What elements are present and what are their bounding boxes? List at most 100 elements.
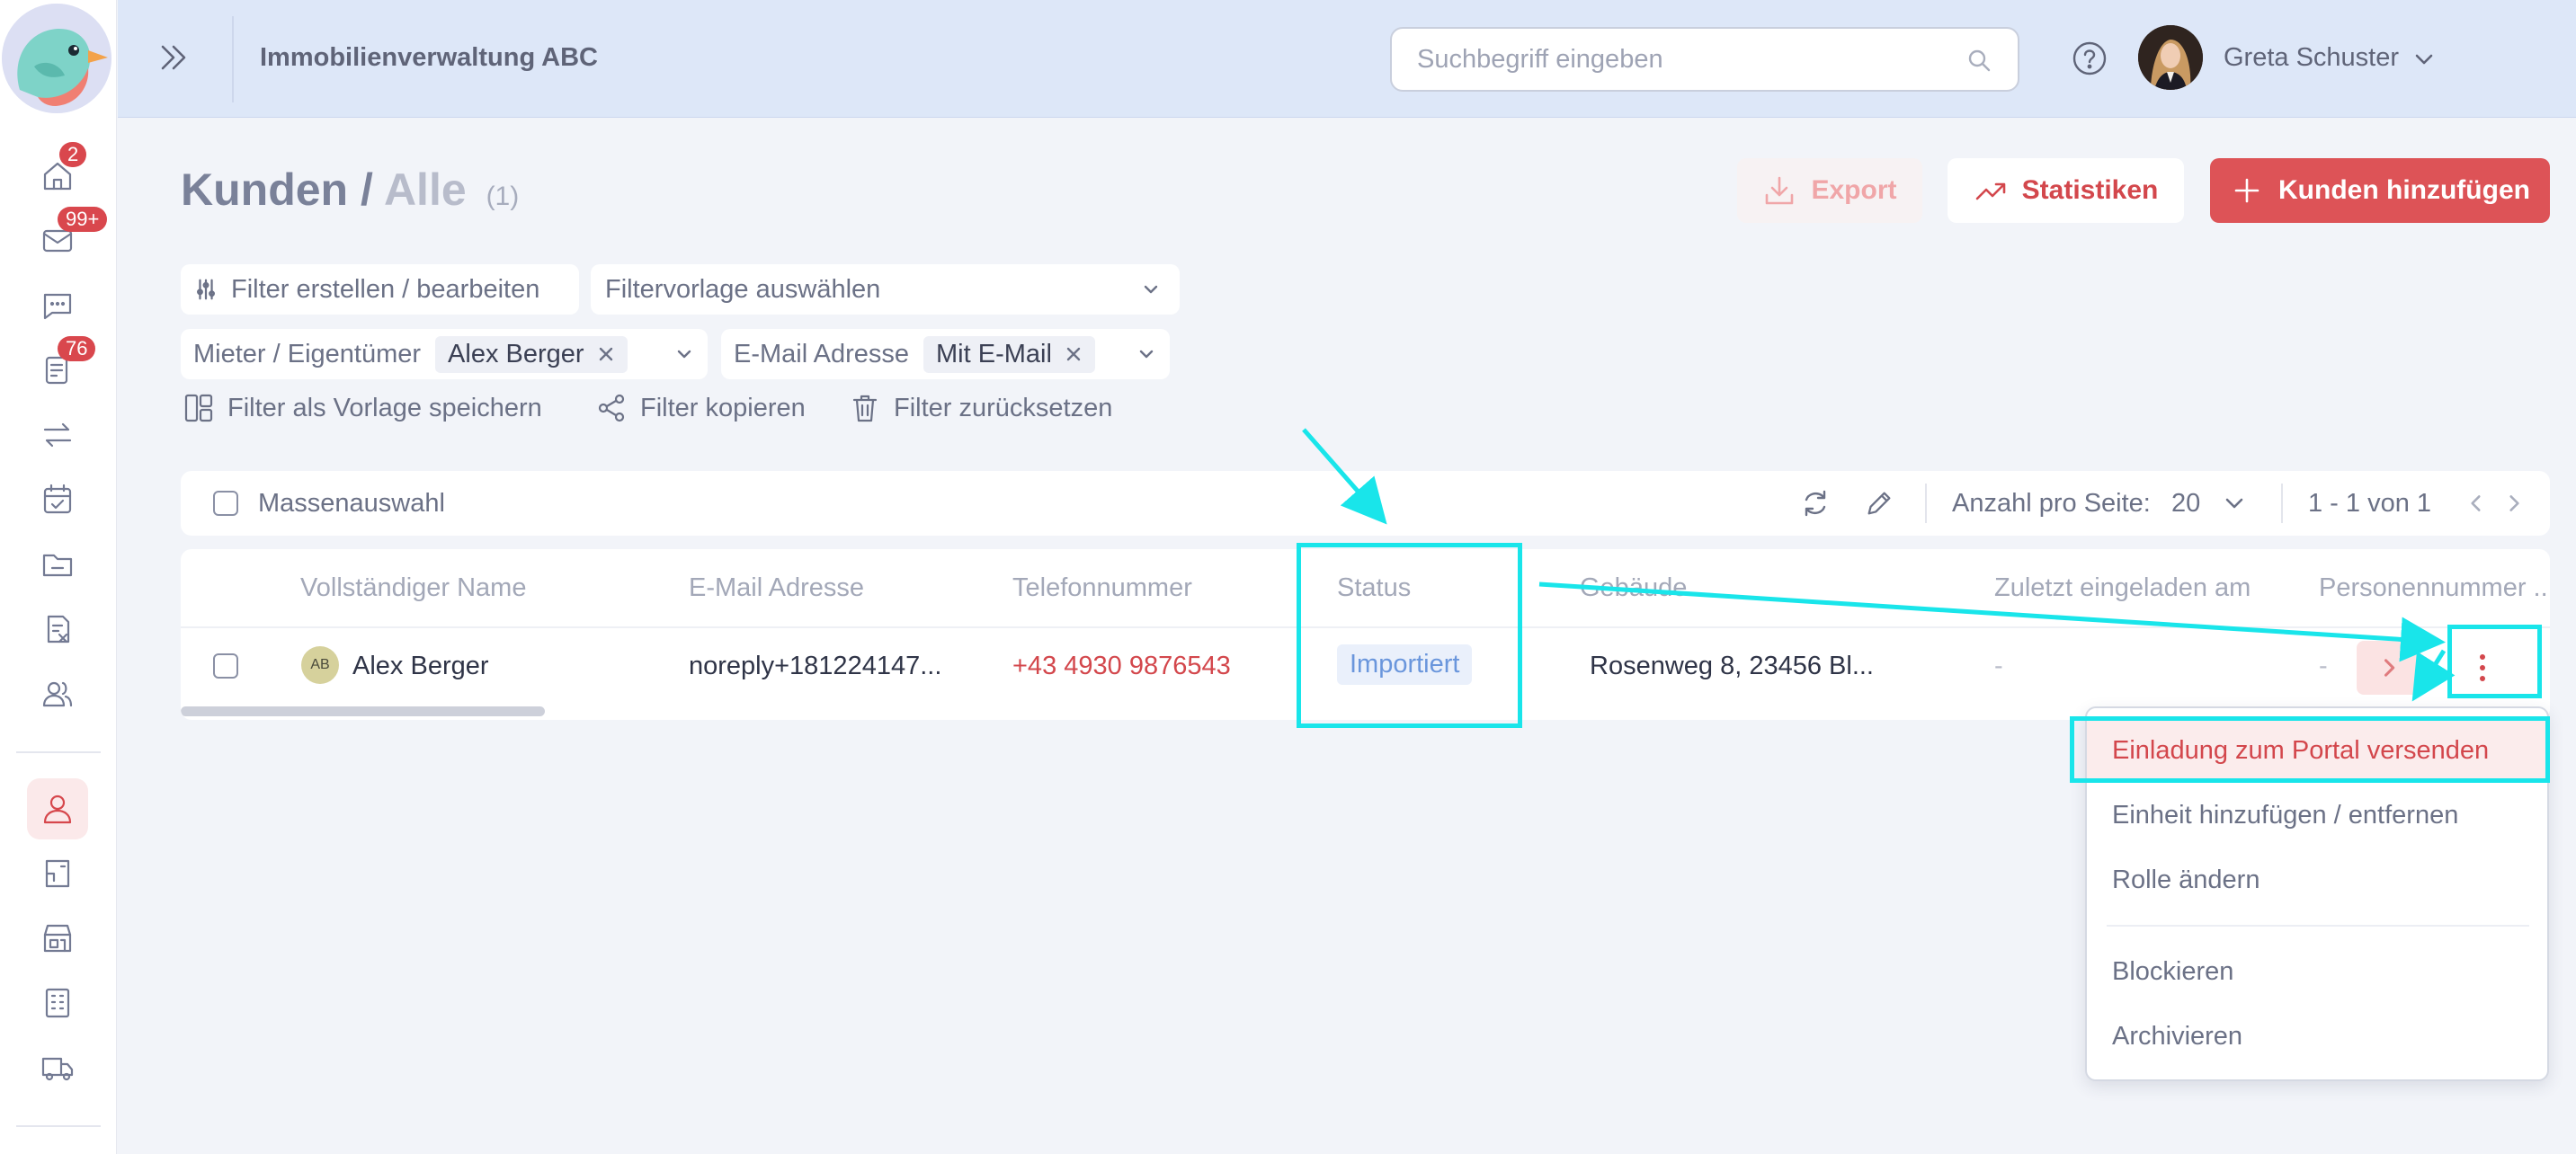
page-title: Kunden / Alle (1) — [181, 164, 519, 216]
expand-sidebar-button[interactable] — [154, 38, 197, 81]
add-customer-button[interactable]: Kunden hinzufügen — [2210, 158, 2550, 223]
nav-divider — [16, 751, 101, 753]
row-checkbox[interactable] — [213, 653, 238, 679]
chevron-left-icon[interactable] — [2465, 492, 2488, 515]
nav-transfer[interactable] — [27, 404, 88, 466]
trend-up-icon — [1975, 182, 2005, 200]
nav-documents[interactable] — [27, 843, 88, 904]
home-badge: 2 — [59, 142, 87, 167]
menu-item-change-role[interactable]: Rolle ändern — [2087, 848, 2547, 911]
tenant-owner-filter-label: Mieter / Eigentümer — [193, 339, 422, 368]
export-button[interactable]: Export — [1737, 158, 1922, 223]
column-header-name[interactable]: Vollständiger Name — [300, 573, 526, 603]
search-box[interactable] — [1390, 27, 2019, 92]
chevron-down-icon — [677, 350, 691, 359]
tenant-owner-filter[interactable]: Mieter / Eigentümer Alex Berger — [181, 329, 708, 379]
plus-icon — [2234, 178, 2260, 203]
customer-name[interactable]: Alex Berger — [352, 652, 489, 681]
top-header: Immobilienverwaltung ABC — [118, 0, 2576, 118]
header-divider — [232, 16, 234, 102]
close-icon[interactable] — [597, 345, 615, 363]
customer-email: noreply+181224147... — [689, 652, 942, 680]
report-icon — [47, 615, 70, 644]
nav-reports[interactable] — [27, 599, 88, 660]
customer-building: Rosenweg 8, 23456 Bl... — [1590, 652, 1874, 680]
column-header-email[interactable]: E-Mail Adresse — [689, 573, 864, 603]
nav-calendar[interactable] — [27, 469, 88, 530]
email-filter-label: E-Mail Adresse — [734, 339, 910, 368]
column-header-person-number[interactable]: Personennummer ... — [2319, 573, 2550, 603]
menu-item-archive[interactable]: Archivieren — [2087, 1005, 2547, 1068]
edit-filter-button[interactable]: Filter erstellen / bearbeiten — [181, 264, 579, 315]
customer-phone[interactable]: +43 4930 9876543 — [1012, 652, 1231, 681]
per-page-value[interactable]: 20 — [2171, 489, 2200, 519]
people-icon — [42, 681, 73, 707]
nav-mail[interactable]: 99+ — [27, 207, 108, 271]
sliders-icon — [197, 279, 215, 300]
toolbar-divider — [1925, 484, 1927, 523]
save-filter-template-link[interactable]: Filter als Vorlage speichern — [183, 392, 542, 424]
menu-item-block[interactable]: Blockieren — [2087, 940, 2547, 1003]
user-avatar[interactable] — [2138, 25, 2203, 90]
nav-people[interactable] — [27, 663, 88, 724]
download-icon — [1766, 176, 1794, 205]
chevron-down-icon[interactable] — [2411, 47, 2437, 72]
nav-tasks[interactable]: 76 — [27, 336, 96, 401]
tasks-badge: 76 — [58, 336, 96, 361]
company-name: Immobilienverwaltung ABC — [260, 43, 598, 72]
calendar-icon — [43, 484, 72, 514]
reset-filter-label: Filter zurücksetzen — [894, 393, 1113, 422]
user-name[interactable]: Greta Schuster — [2224, 43, 2399, 73]
nav-buildings[interactable] — [27, 972, 88, 1034]
chevron-down-icon — [1144, 285, 1158, 294]
nav-home[interactable]: 2 — [27, 142, 88, 207]
nav-divider-bottom — [16, 1125, 101, 1127]
open-details-button[interactable] — [2357, 641, 2421, 695]
menu-item-add-remove-unit[interactable]: Einheit hinzufügen / entfernen — [2087, 784, 2547, 847]
bird-logo-icon[interactable] — [2, 4, 111, 113]
refresh-icon[interactable] — [1799, 487, 1832, 519]
filter-tag: Alex Berger — [435, 335, 628, 373]
column-header-last-invited[interactable]: Zuletzt eingeladen am — [1994, 573, 2251, 603]
reset-filter-link[interactable]: Filter zurücksetzen — [849, 392, 1112, 424]
chevron-right-icon[interactable] — [2502, 492, 2526, 515]
table-toolbar: Massenauswahl Anzahl pro Seite: 20 1 - 1… — [181, 471, 2550, 536]
statistics-label: Statistiken — [2021, 175, 2159, 205]
page-title-main: Kunden — [181, 164, 349, 215]
document-icon — [45, 859, 70, 888]
person-number-value: - — [2319, 652, 2328, 680]
bulk-select-checkbox[interactable] — [213, 491, 238, 516]
statistics-button[interactable]: Statistiken — [1948, 158, 2184, 223]
annotation-box-more-actions — [2447, 625, 2542, 698]
nav-folder[interactable] — [27, 534, 88, 595]
nav-delivery[interactable] — [27, 1037, 88, 1098]
menu-divider — [2107, 925, 2529, 927]
horizontal-scrollbar[interactable] — [181, 706, 545, 716]
close-icon[interactable] — [1065, 345, 1083, 363]
chevron-down-icon[interactable] — [2222, 491, 2247, 516]
filter-tag-value: Alex Berger — [448, 339, 584, 368]
last-invited-value: - — [1994, 652, 2003, 680]
search-input[interactable] — [1417, 29, 1957, 90]
filter-tag-value: Mit E-Mail — [936, 339, 1052, 368]
nav-chat[interactable] — [27, 275, 88, 336]
help-icon[interactable] — [2071, 40, 2108, 77]
edit-icon[interactable] — [1864, 488, 1894, 519]
nav-shop[interactable] — [27, 908, 88, 969]
page-title-separator: / — [361, 164, 373, 215]
nav-customers[interactable] — [27, 778, 88, 839]
chevron-right-icon — [2384, 659, 2395, 677]
column-header-building[interactable]: Gebäude — [1580, 573, 1687, 603]
column-header-phone[interactable]: Telefonnummer — [1012, 573, 1192, 603]
filter-tag: Mit E-Mail — [923, 335, 1095, 373]
pagination-info: 1 - 1 von 1 — [2308, 489, 2432, 518]
search-icon[interactable] — [1965, 47, 1992, 74]
building-icon — [45, 988, 70, 1018]
copy-filter-link[interactable]: Filter kopieren — [595, 392, 806, 424]
bulk-select-label: Massenauswahl — [258, 489, 445, 518]
filter-template-select[interactable]: Filtervorlage auswählen — [591, 264, 1180, 315]
shop-icon — [43, 924, 72, 953]
email-filter[interactable]: E-Mail Adresse Mit E-Mail — [721, 329, 1170, 379]
toolbar-divider — [2281, 484, 2283, 523]
save-filter-template-label: Filter als Vorlage speichern — [227, 393, 542, 422]
